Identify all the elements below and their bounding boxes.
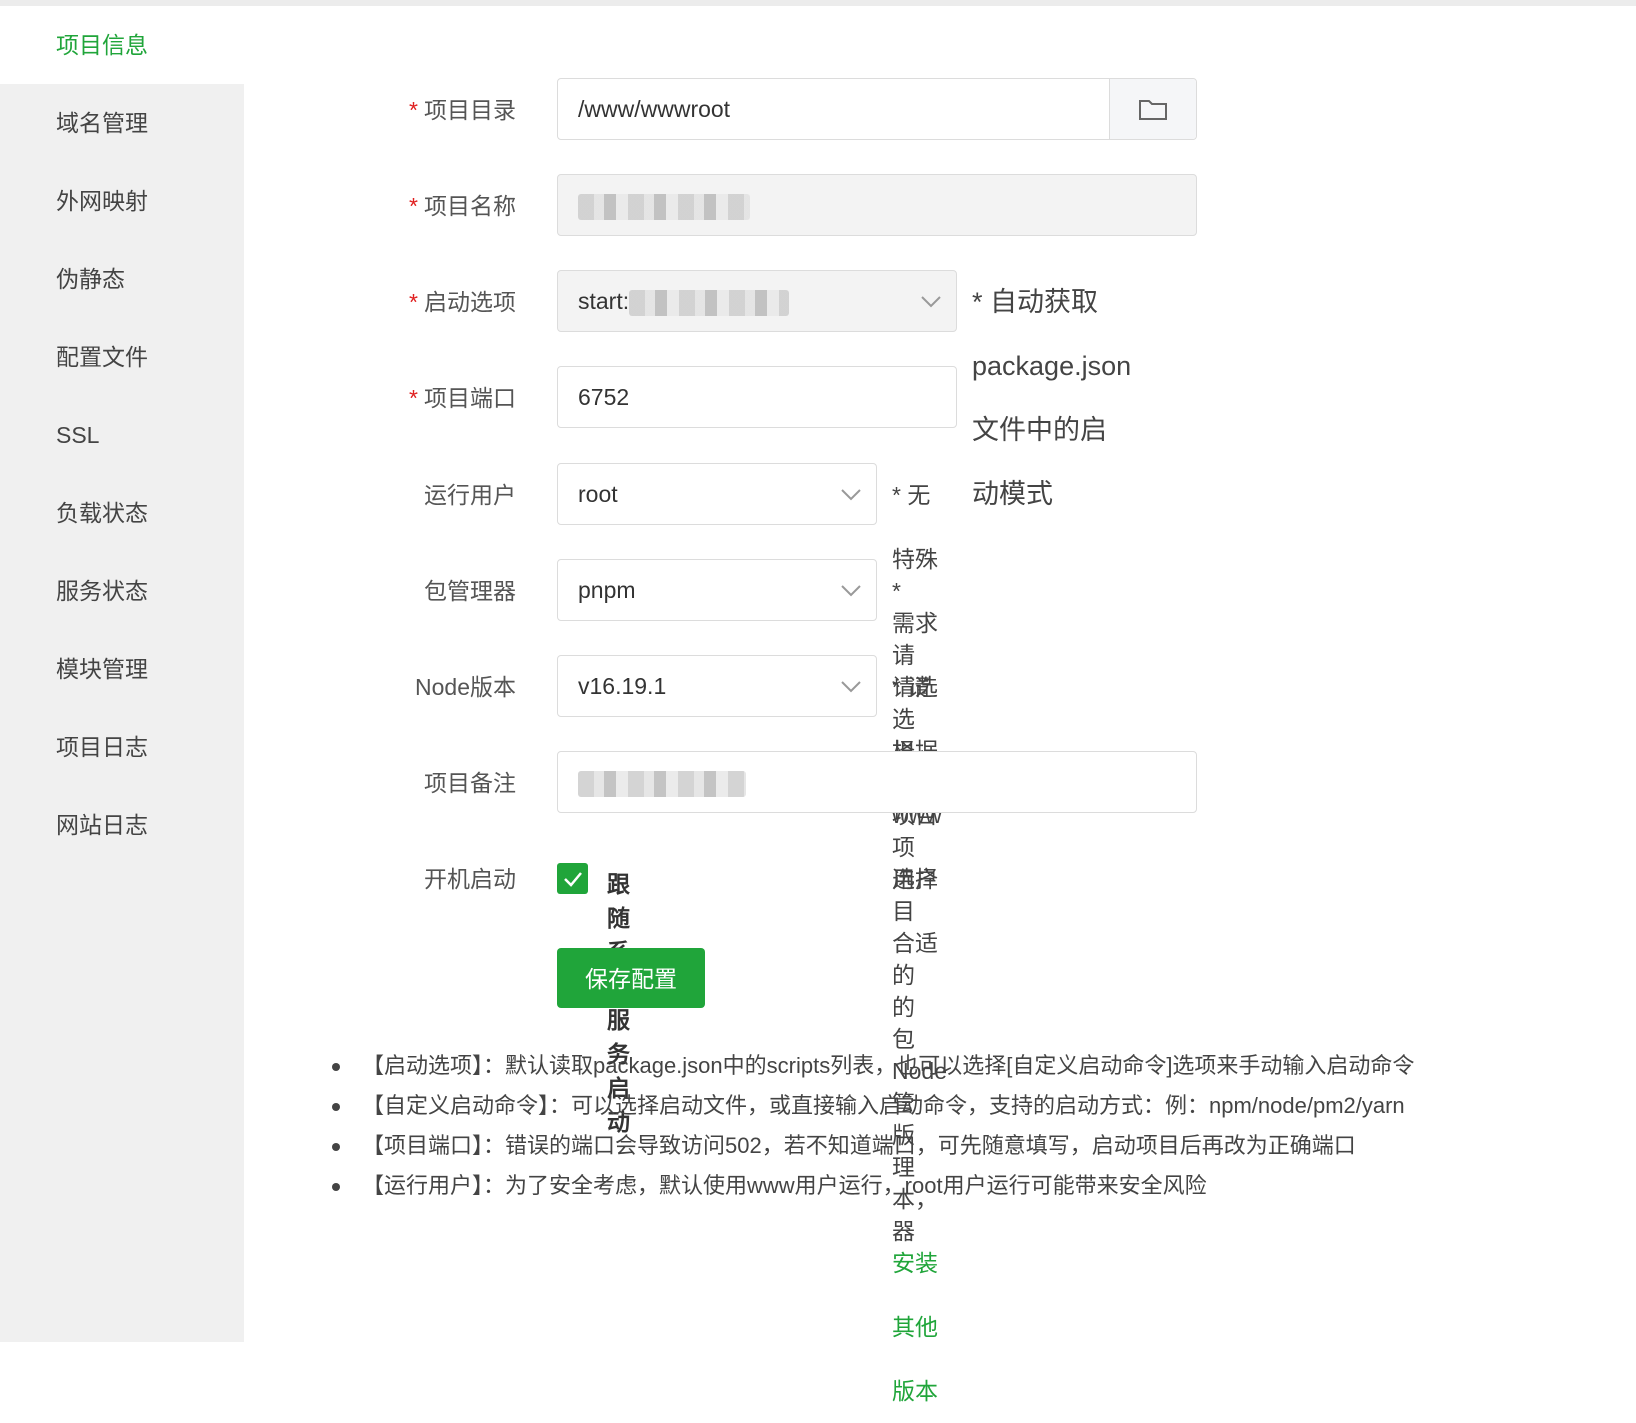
project-port-value: 6752 — [578, 384, 630, 410]
main-panel: * 项目目录 /www/wwwroot * 项目名称 * 启动选项 start: * … — [244, 6, 1636, 1404]
sidebar: 项目信息 域名管理 外网映射 伪静态 配置文件 SSL 负载状态 服务状态 模块… — [0, 6, 244, 1342]
start-option-value: start: — [578, 288, 630, 314]
sidebar-item-domain[interactable]: 域名管理 — [0, 84, 244, 162]
required-mark: * — [409, 97, 418, 123]
sidebar-item-modules[interactable]: 模块管理 — [0, 630, 244, 708]
start-option-select[interactable]: start: — [557, 270, 957, 332]
redacted-project-name — [578, 193, 750, 220]
tip-item: 【启动选项】：默认读取package.json中的scripts列表，也可以选择… — [332, 1046, 1414, 1086]
project-name-label: * 项目名称 — [409, 193, 516, 219]
tip-item: 【项目端口】：错误的端口会导致访问502，若不知道端口，可先随意填写，启动项目后… — [332, 1126, 1414, 1166]
project-port-input[interactable]: 6752 — [557, 366, 957, 428]
package-manager-label: 包管理器 — [424, 578, 516, 604]
project-remark-label: 项目备注 — [424, 770, 516, 796]
chevron-down-icon — [841, 585, 861, 597]
start-option-label: * 启动选项 — [409, 289, 516, 315]
project-dir-value: /www/wwwroot — [578, 96, 731, 122]
sidebar-item-ssl[interactable]: SSL — [0, 396, 244, 474]
redacted-start-script — [629, 289, 790, 316]
tips-list: 【启动选项】：默认读取package.json中的scripts列表，也可以选择… — [332, 1046, 1414, 1206]
chevron-down-icon — [841, 681, 861, 693]
node-version-value: v16.19.1 — [578, 673, 667, 699]
folder-icon — [1139, 100, 1167, 120]
project-name-input[interactable] — [557, 174, 1197, 236]
node-version-hint: * 请根据项目选择合适的Node版本，安装其他版本 — [892, 655, 947, 1404]
sidebar-item-config-file[interactable]: 配置文件 — [0, 318, 244, 396]
save-config-button[interactable]: 保存配置 — [557, 948, 705, 1008]
package-manager-select[interactable]: pnpm — [557, 559, 877, 621]
tip-item: 【运行用户】：为了安全考虑，默认使用www用户运行，root用户运行可能带来安全… — [332, 1166, 1414, 1206]
redacted-remark — [578, 770, 746, 797]
project-remark-input[interactable] — [557, 751, 1197, 813]
node-version-label: Node版本 — [415, 674, 516, 700]
project-dir-label: * 项目目录 — [409, 97, 516, 123]
chevron-down-icon — [841, 489, 861, 501]
sidebar-item-rewrite[interactable]: 伪静态 — [0, 240, 244, 318]
tip-item: 【自定义启动命令】：可以选择启动文件，或直接输入启动命令，支持的启动方式：例：n… — [332, 1086, 1414, 1126]
sidebar-item-load-status[interactable]: 负载状态 — [0, 474, 244, 552]
node-version-select[interactable]: v16.19.1 — [557, 655, 877, 717]
sidebar-item-site-log[interactable]: 网站日志 — [0, 786, 244, 864]
sidebar-item-project-info[interactable]: 项目信息 — [0, 6, 244, 84]
folder-picker-button[interactable] — [1109, 79, 1196, 139]
install-other-version-link[interactable]: 安装其他版本 — [892, 1250, 938, 1404]
run-user-value: root — [578, 481, 618, 507]
sidebar-item-project-log[interactable]: 项目日志 — [0, 708, 244, 786]
run-user-hint: * 无特殊需求请选择www用户 — [892, 482, 942, 892]
sidebar-item-external-mapping[interactable]: 外网映射 — [0, 162, 244, 240]
project-dir-input[interactable]: /www/wwwroot — [557, 78, 1197, 140]
checkmark-icon — [563, 871, 582, 887]
project-port-label: * 项目端口 — [409, 385, 516, 411]
package-manager-hint: * 请选择项目的包管理器 — [892, 578, 915, 1244]
package-manager-value: pnpm — [578, 577, 636, 603]
sidebar-item-service-status[interactable]: 服务状态 — [0, 552, 244, 630]
start-option-hint: * 自动获取package.json文件中的启动模式 — [972, 287, 1132, 509]
auto-start-label: 开机启动 — [424, 866, 516, 892]
run-user-label: 运行用户 — [424, 482, 516, 508]
auto-start-checkbox[interactable] — [557, 863, 588, 894]
run-user-select[interactable]: root — [557, 463, 877, 525]
chevron-down-icon — [921, 296, 941, 308]
